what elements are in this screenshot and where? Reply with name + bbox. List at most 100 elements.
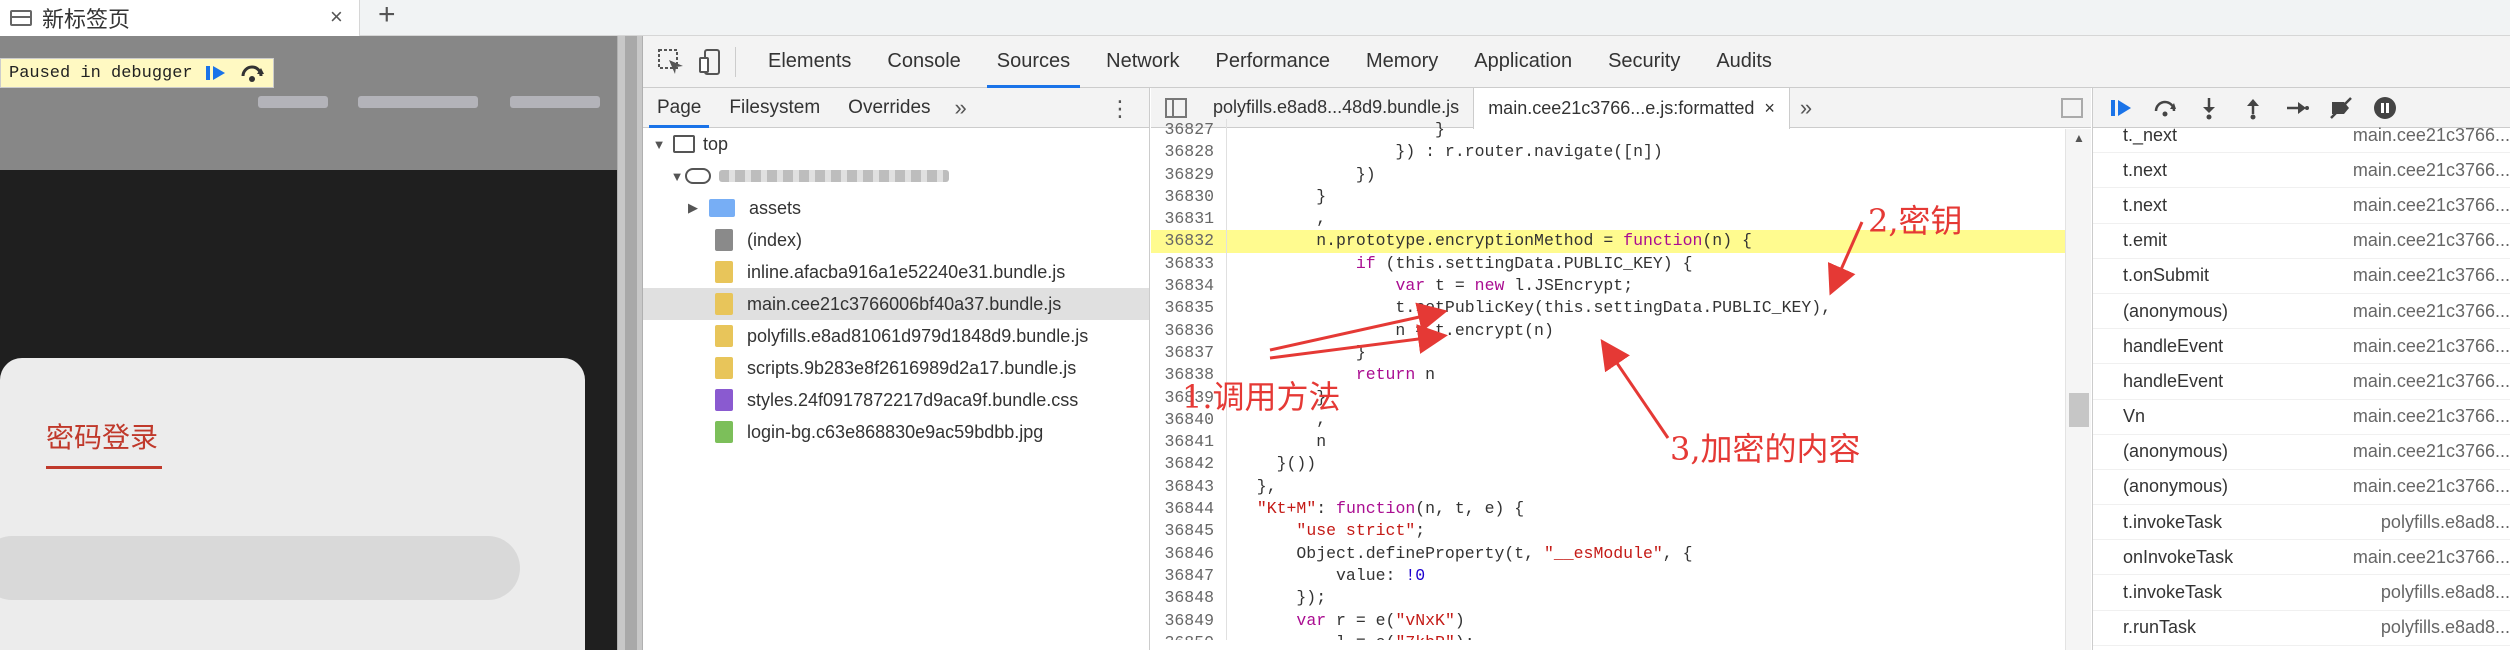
file-item[interactable]: inline.afacba916a1e52240e31.bundle.js: [643, 256, 1149, 288]
line-number[interactable]: 36835: [1151, 297, 1227, 320]
device-toolbar-icon[interactable]: [699, 48, 721, 76]
call-frame[interactable]: t.onSubmit main.cee21c3766...: [2093, 259, 2510, 294]
call-frame[interactable]: Vn main.cee21c3766...: [2093, 400, 2510, 435]
tab-overrides[interactable]: Overrides: [834, 88, 944, 128]
tab-audits[interactable]: Audits: [1698, 36, 1790, 88]
code-line[interactable]: 36846 Object.defineProperty(t, "__esModu…: [1151, 542, 2091, 565]
code-line[interactable]: 36834 var t = new l.JSEncrypt;: [1151, 275, 2091, 298]
file-item[interactable]: main.cee21c3766006bf40a37.bundle.js: [643, 288, 1149, 320]
splitter-handle[interactable]: [625, 36, 637, 650]
call-frame[interactable]: onInvokeTask main.cee21c3766...: [2093, 540, 2510, 576]
code-line[interactable]: 36841 n: [1151, 431, 2091, 454]
line-number[interactable]: 36841: [1151, 431, 1227, 454]
call-frame[interactable]: t.invokeTask polyfills.e8ad8...: [2093, 575, 2510, 611]
line-number[interactable]: 36829: [1151, 163, 1227, 186]
line-number[interactable]: 36830: [1151, 185, 1227, 209]
line-number[interactable]: 36846: [1151, 542, 1227, 565]
code-line[interactable]: 36833 if (this.settingData.PUBLIC_KEY) {: [1151, 252, 2091, 276]
call-frame[interactable]: t.emit main.cee21c3766...: [2093, 224, 2510, 259]
step-over-icon[interactable]: [2153, 96, 2177, 120]
panel-splitter[interactable]: [617, 36, 643, 650]
line-number[interactable]: 36845: [1151, 520, 1227, 543]
code-line[interactable]: 36842 }()): [1151, 453, 2091, 476]
login-input[interactable]: [0, 536, 520, 600]
call-frame[interactable]: handleEvent main.cee21c3766...: [2093, 329, 2510, 365]
line-number[interactable]: 36844: [1151, 498, 1227, 521]
toggle-debugger-icon[interactable]: [2061, 98, 2083, 118]
deactivate-breakpoints-icon[interactable]: [2329, 96, 2353, 120]
line-number[interactable]: 36843: [1151, 475, 1227, 499]
scroll-up-icon[interactable]: ▲: [2073, 131, 2085, 145]
tab-elements[interactable]: Elements: [750, 36, 869, 88]
tab-filesystem[interactable]: Filesystem: [715, 88, 834, 128]
tab-console[interactable]: Console: [869, 36, 978, 88]
step-icon[interactable]: [2285, 96, 2309, 120]
browser-tab[interactable]: 新标签页 ×: [0, 0, 360, 36]
resume-icon[interactable]: [203, 62, 229, 84]
code-line[interactable]: 36843 },: [1151, 475, 2091, 499]
code-line[interactable]: 36828 }) : r.router.navigate([n]): [1151, 141, 2091, 164]
new-tab-button[interactable]: +: [378, 0, 396, 32]
more-tabs-icon[interactable]: »: [1790, 95, 1822, 121]
call-frame[interactable]: t.next main.cee21c3766...: [2093, 153, 2510, 189]
editor-scrollbar[interactable]: ▲: [2065, 129, 2091, 650]
tab-application[interactable]: Application: [1456, 36, 1590, 88]
tab-memory[interactable]: Memory: [1348, 36, 1456, 88]
line-number[interactable]: 36837: [1151, 341, 1227, 365]
code-line[interactable]: 36827 }: [1151, 119, 2091, 142]
code-line[interactable]: 36845 "use strict";: [1151, 520, 2091, 543]
tree-item-assets[interactable]: ▶ assets: [643, 192, 1149, 224]
file-item[interactable]: (index): [643, 224, 1149, 256]
line-number[interactable]: 36832: [1151, 230, 1227, 253]
code-line[interactable]: 36844 "Kt+M": function(n, t, e) {: [1151, 498, 2091, 521]
call-frame[interactable]: (anonymous) main.cee21c3766...: [2093, 294, 2510, 330]
navigator-menu-icon[interactable]: ⋮: [1109, 96, 1131, 122]
call-frame[interactable]: t.invokeTask polyfills.e8ad8...: [2093, 505, 2510, 541]
expand-arrow-icon[interactable]: ▼: [651, 137, 667, 152]
call-frame[interactable]: (anonymous) main.cee21c3766...: [2093, 470, 2510, 506]
line-number[interactable]: 36842: [1151, 453, 1227, 476]
scrollbar-thumb[interactable]: [2069, 393, 2089, 427]
toggle-navigator-icon[interactable]: [1165, 97, 1187, 118]
resume-icon[interactable]: [2109, 96, 2133, 120]
tab-page[interactable]: Page: [643, 88, 715, 128]
code-line[interactable]: 36837 }: [1151, 341, 2091, 365]
call-frame[interactable]: (anonymous) main.cee21c3766...: [2093, 435, 2510, 470]
line-number[interactable]: 36831: [1151, 208, 1227, 231]
call-frame[interactable]: handleEvent main.cee21c3766...: [2093, 364, 2510, 400]
inspect-element-icon[interactable]: [657, 48, 685, 76]
file-item[interactable]: styles.24f0917872217d9aca9f.bundle.css: [643, 384, 1149, 416]
line-number[interactable]: 36827: [1151, 119, 1227, 142]
step-into-icon[interactable]: [2197, 96, 2221, 120]
step-over-icon[interactable]: [239, 62, 265, 84]
expand-arrow-icon[interactable]: ▼: [669, 169, 685, 184]
code-line[interactable]: 36836 n = t.encrypt(n): [1151, 319, 2091, 342]
line-number[interactable]: 36850: [1151, 631, 1227, 640]
tab-security[interactable]: Security: [1590, 36, 1698, 88]
line-number[interactable]: 36849: [1151, 609, 1227, 632]
call-frame[interactable]: t.next main.cee21c3766...: [2093, 188, 2510, 224]
tab-sources[interactable]: Sources: [979, 36, 1088, 88]
file-item[interactable]: scripts.9b283e8f2616989d2a17.bundle.js: [643, 352, 1149, 384]
code-line[interactable]: 36850 , l = e("7kbP");: [1151, 631, 2091, 640]
code-line[interactable]: 36829 }): [1151, 163, 2091, 186]
line-number[interactable]: 36847: [1151, 564, 1227, 588]
password-login-tab[interactable]: 密码登录: [46, 416, 158, 456]
line-number[interactable]: 36836: [1151, 319, 1227, 342]
pause-on-exceptions-icon[interactable]: [2373, 96, 2397, 120]
tree-item-domain[interactable]: ▼: [643, 160, 1149, 192]
line-number[interactable]: 36833: [1151, 252, 1227, 276]
step-out-icon[interactable]: [2241, 96, 2265, 120]
tree-item-top[interactable]: ▼ top: [643, 128, 1149, 160]
tab-performance[interactable]: Performance: [1198, 36, 1349, 88]
call-frame[interactable]: t._next main.cee21c3766...: [2093, 118, 2510, 154]
line-number[interactable]: 36828: [1151, 141, 1227, 164]
line-number[interactable]: 36834: [1151, 275, 1227, 298]
code-line[interactable]: 36847 value: !0: [1151, 564, 2091, 588]
file-item[interactable]: login-bg.c63e868830e9ac59bdbb.jpg: [643, 416, 1149, 448]
code-line[interactable]: 36848 });: [1151, 587, 2091, 610]
file-item[interactable]: polyfills.e8ad81061d979d1848d9.bundle.js: [643, 320, 1149, 352]
close-tab-icon[interactable]: ×: [1764, 98, 1775, 119]
code-line[interactable]: 36835 t.setPublicKey(this.settingData.PU…: [1151, 297, 2091, 320]
tab-network[interactable]: Network: [1088, 36, 1197, 88]
